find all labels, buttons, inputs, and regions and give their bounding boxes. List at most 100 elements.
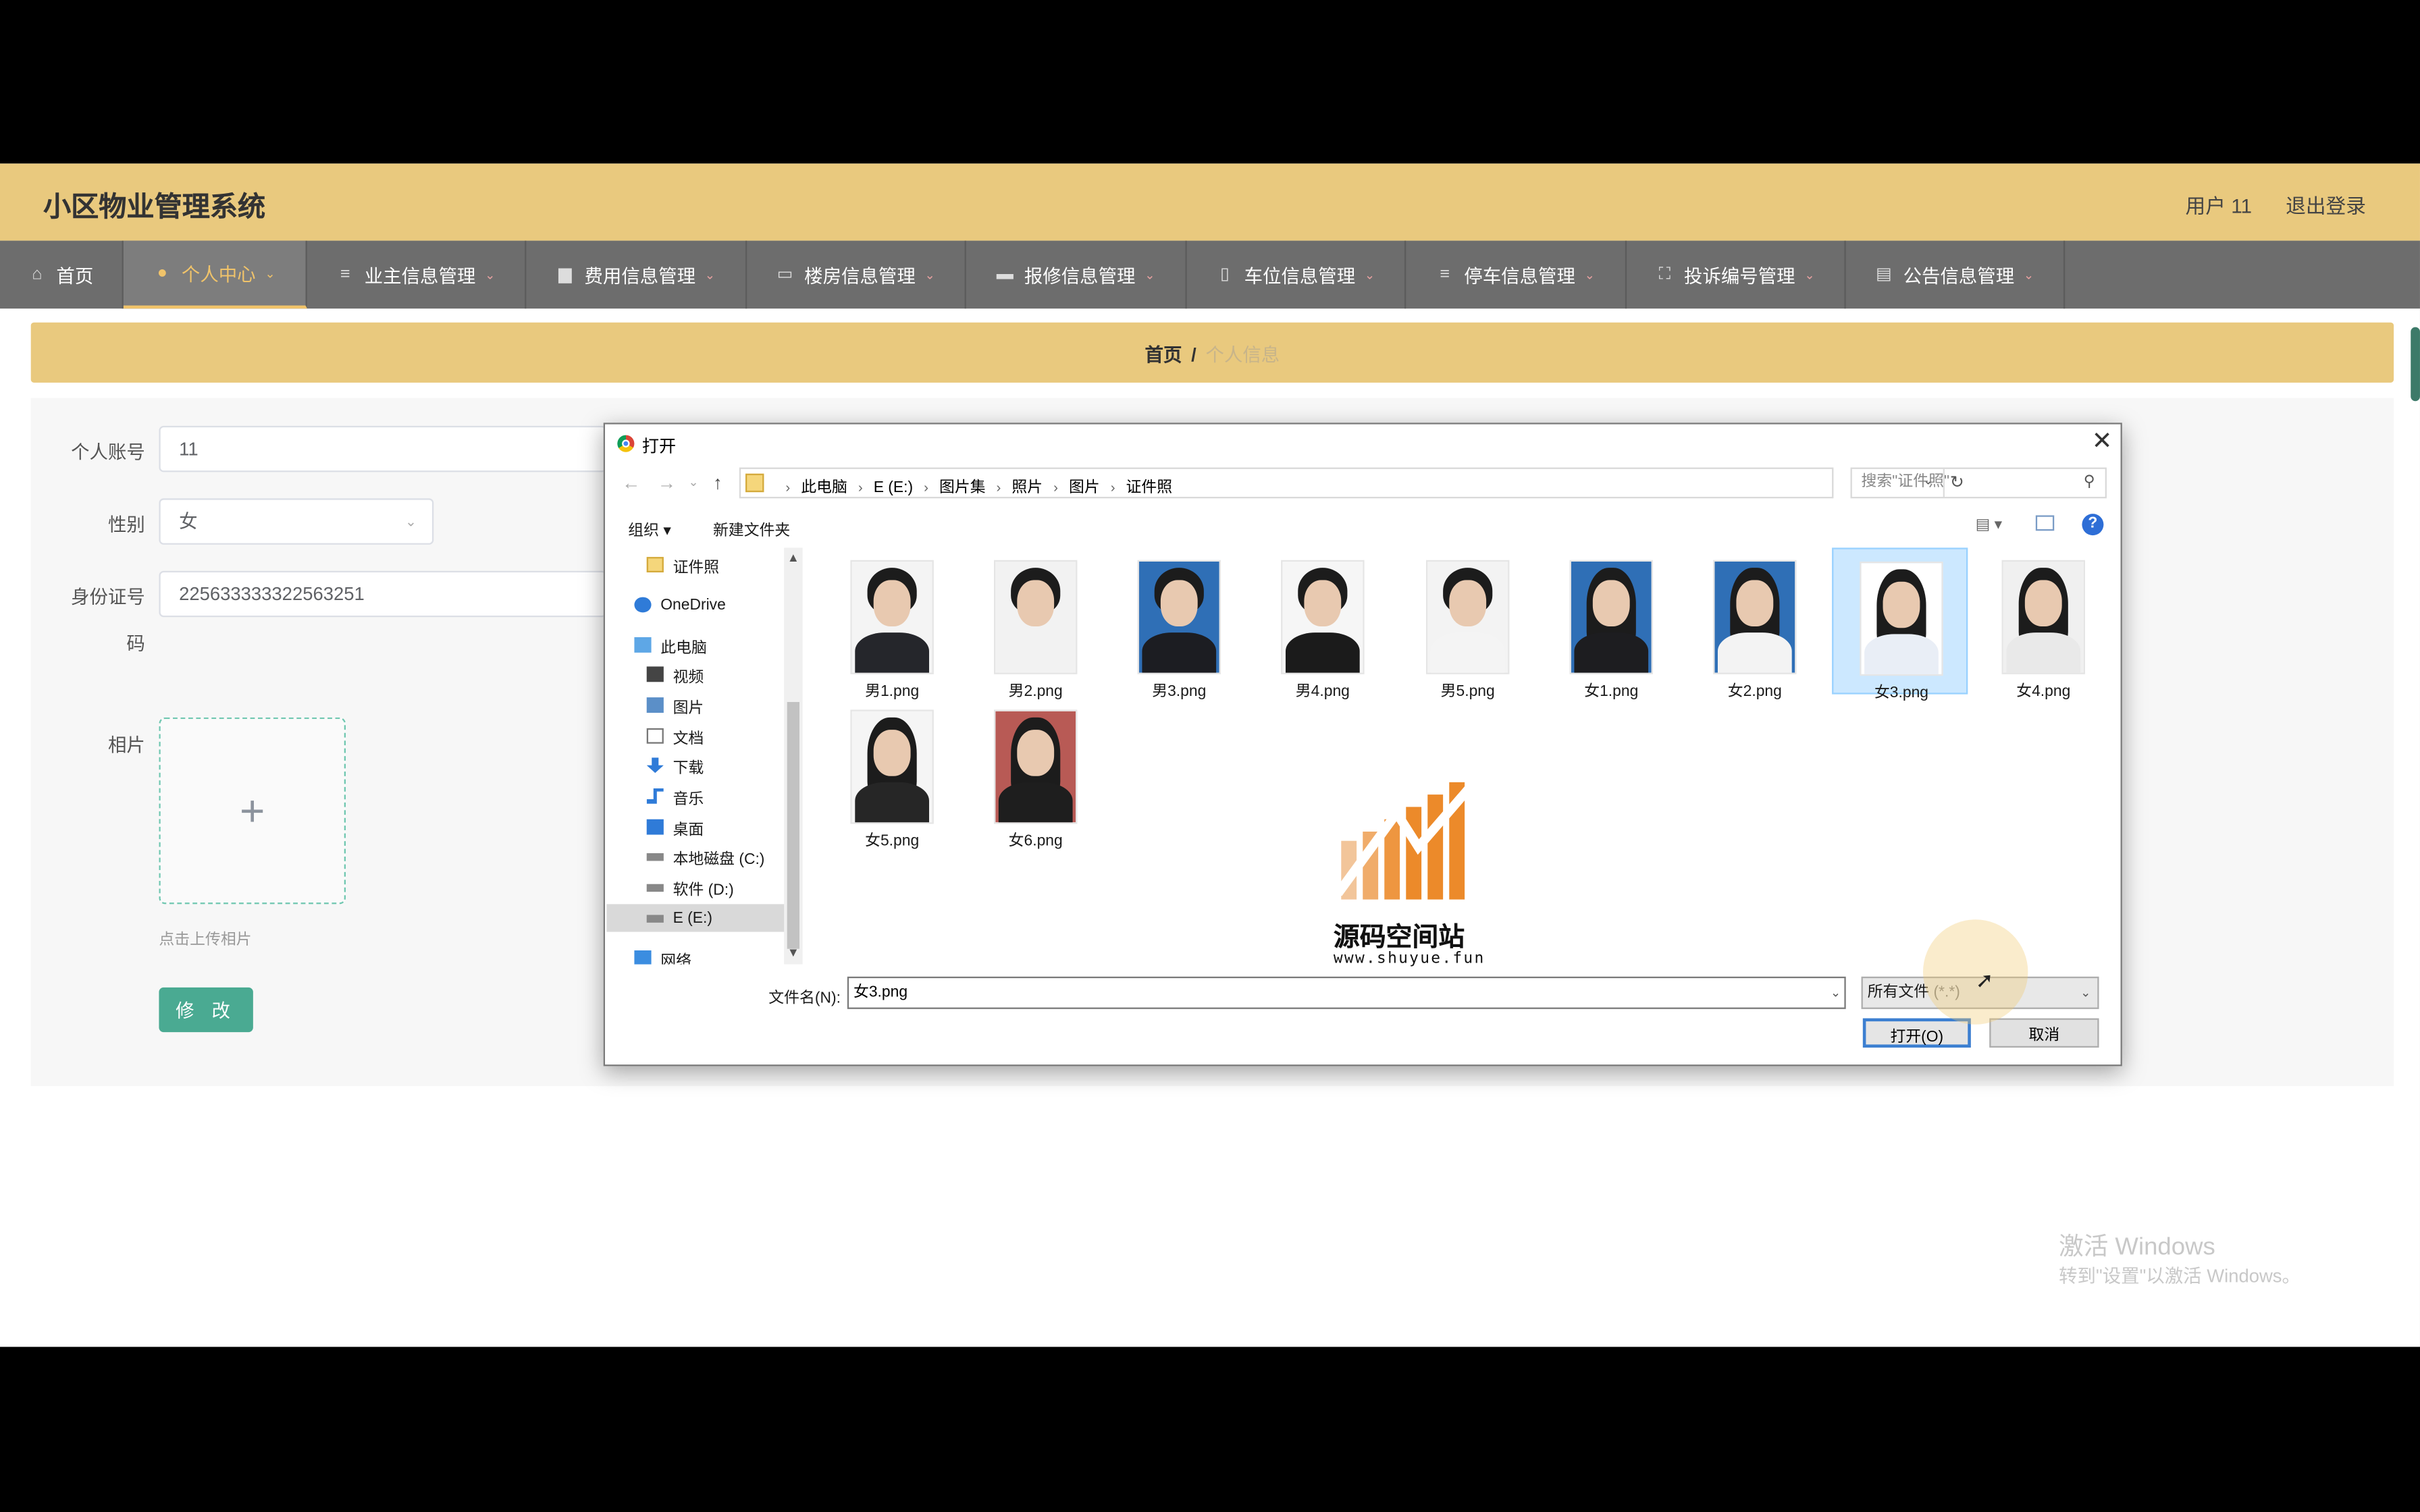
file-name: 女3.png (1874, 684, 1929, 702)
scrollbar-thumb[interactable] (787, 701, 799, 949)
page-scrollbar[interactable] (2411, 327, 2420, 402)
tree-item[interactable]: 证件照 (606, 551, 801, 578)
up-arrow-icon[interactable]: ↑ (713, 472, 722, 493)
help-icon[interactable]: ? (2082, 514, 2104, 536)
file-item[interactable]: 女1.png (1544, 547, 1679, 701)
file-item[interactable]: 女2.png (1687, 547, 1822, 701)
nav-item-1[interactable]: ● 个人中心 ⌄ (123, 240, 307, 309)
submit-button[interactable]: 修 改 (159, 987, 253, 1033)
briefcase-icon: ▬ (996, 264, 1014, 284)
tree-item[interactable]: 桌面 (606, 813, 801, 841)
view-options-icon[interactable]: ▤ ▾ (1976, 517, 2002, 534)
path-segment[interactable]: 图片 (1069, 480, 1100, 497)
filename-dropdown-icon[interactable]: ⌄ (1831, 978, 1841, 1007)
filename-input[interactable]: 女3.png ⌄ (847, 976, 1846, 1009)
nav-item-6[interactable]: ▯ 车位信息管理 ⌄ (1187, 240, 1406, 309)
filename-label: 文件名(N): (768, 990, 841, 1008)
folder-icon (646, 557, 664, 572)
file-name: 男3.png (1152, 683, 1207, 701)
address-bar[interactable]: › 此电脑 › E (E:) › 图片集 › 照片 › 图片 › 证件照 ⌄ ↻ (739, 467, 1964, 499)
organize-menu[interactable]: 组织 ▾ (628, 517, 671, 540)
photo-upload[interactable]: + (159, 717, 346, 905)
tree-item[interactable]: 音乐 (606, 782, 801, 810)
chevron-down-icon: ⌄ (404, 514, 417, 529)
nav-item-0[interactable]: ⌂ 首页 (0, 240, 124, 309)
nav-item-4[interactable]: ▭ 楼房信息管理 ⌄ (747, 240, 966, 309)
folder-search-input[interactable]: 搜索"证件照" ⚲ (1850, 467, 2107, 499)
file-item[interactable]: 男3.png (1111, 547, 1247, 701)
tree-item[interactable]: 视频 (606, 660, 801, 688)
nav-item-8[interactable]: ⛶ 投诉编号管理 ⌄ (1627, 240, 1846, 309)
file-item[interactable]: 女6.png (968, 697, 1103, 850)
tree-item[interactable]: 下载 (606, 751, 801, 779)
download-icon (646, 757, 664, 774)
tree-item-label: 本地磁盘 (C:) (673, 850, 765, 868)
letterbox-bottom (0, 1347, 2420, 1512)
gender-select[interactable]: 女 ⌄ (159, 498, 434, 545)
path-segment[interactable]: 照片 (1011, 480, 1043, 497)
tree-item[interactable]: OneDrive (606, 591, 801, 618)
id-number-field[interactable]: 225633333322563251 (159, 570, 607, 618)
close-icon[interactable]: ✕ (2086, 427, 2118, 458)
tree-item[interactable]: 本地磁盘 (C:) (606, 842, 801, 870)
nav-item-7[interactable]: ≡ 停车信息管理 ⌄ (1406, 240, 1627, 309)
navigation-scrollbar[interactable]: ▲ ▼ (784, 547, 803, 965)
path-segment[interactable]: 证件照 (1126, 480, 1173, 497)
cancel-button[interactable]: 取消 (1989, 1018, 2099, 1048)
file-name: 女4.png (2016, 683, 2071, 701)
nav-item-5[interactable]: ▬ 报修信息管理 ⌄ (966, 240, 1187, 309)
photo-thumbnail (1713, 560, 1797, 674)
tree-item-label: 证件照 (673, 559, 720, 576)
nav-item-3[interactable]: ▆ 费用信息管理 ⌄ (526, 240, 747, 309)
file-item[interactable]: 女3.png (1832, 547, 1968, 702)
tree-item[interactable]: E (E:) (606, 904, 801, 932)
tree-item[interactable]: 图片 (606, 691, 801, 719)
recent-dropdown-icon[interactable]: ⌄ (688, 475, 698, 489)
path-separator-icon: › (1110, 479, 1115, 495)
filename-value: 女3.png (853, 984, 908, 1002)
file-item[interactable]: 男4.png (1255, 547, 1390, 701)
path-segment[interactable]: E (E:) (874, 480, 913, 497)
nav-item-label: 费用信息管理 (584, 264, 696, 286)
tree-item[interactable]: 文档 (606, 722, 801, 750)
preview-pane-icon[interactable] (2035, 515, 2055, 531)
fullscreen-icon: ⛶ (1658, 264, 1671, 284)
tree-item[interactable]: 软件 (D:) (606, 873, 801, 901)
video-icon (646, 666, 664, 682)
back-arrow-icon[interactable]: ← (622, 472, 640, 493)
file-item[interactable]: 女5.png (824, 697, 960, 850)
tree-item[interactable]: 网络 (606, 944, 801, 965)
chevron-down-icon: ⌄ (1145, 267, 1155, 282)
forward-arrow-icon[interactable]: → (658, 472, 676, 493)
logout-link[interactable]: 退出登录 (2286, 190, 2366, 219)
chevron-down-icon: ⌄ (485, 267, 496, 282)
scroll-down-icon[interactable]: ▼ (787, 946, 799, 960)
tree-item-label: 软件 (D:) (673, 882, 734, 899)
nav-item-2[interactable]: ≡ 业主信息管理 ⌄ (307, 240, 527, 309)
photo-thumbnail (1425, 560, 1510, 674)
current-user: 用户 11 (2185, 194, 2253, 218)
tree-item[interactable]: 此电脑 (606, 631, 801, 659)
computer-icon (634, 637, 652, 653)
file-item[interactable]: 男2.png (968, 547, 1103, 701)
path-separator-icon: › (1053, 479, 1058, 495)
file-item[interactable]: 男5.png (1400, 547, 1535, 701)
tree-item-label: OneDrive (660, 596, 726, 614)
file-item[interactable]: 男1.png (824, 547, 960, 701)
navigation-pane: 证件照 OneDrive 此电脑 视频图片文档 下载音乐桌面本地磁盘 (C:) 软件 (D… (606, 547, 804, 965)
new-folder-button[interactable]: 新建文件夹 (713, 517, 790, 540)
dialog-title: 打开 (641, 438, 677, 457)
breadcrumb-home[interactable]: 首页 (1145, 344, 1182, 366)
nav-item-label: 楼房信息管理 (804, 264, 916, 286)
path-segment[interactable]: 图片集 (939, 480, 986, 497)
account-field[interactable]: 11 (159, 425, 607, 473)
printer-icon: ▆ (558, 264, 572, 284)
nav-item-9[interactable]: ▤ 公告信息管理 ⌄ (1846, 240, 2066, 309)
photo-thumbnail (1860, 561, 1943, 676)
file-item[interactable]: 女4.png (1976, 547, 2111, 701)
main-nav: ⌂ 首页 ● 个人中心 ⌄ ≡ 业主信息管理 ⌄ ▆ 费用信息管理 ⌄ ▭ 楼房信息管理 ⌄ ▬ 报修信息管理… (0, 240, 2420, 309)
path-separator-icon: › (924, 479, 928, 495)
open-button[interactable]: 打开(O) (1862, 1018, 1971, 1048)
scroll-up-icon[interactable]: ▲ (787, 551, 799, 565)
path-segment[interactable]: 此电脑 (801, 480, 847, 497)
